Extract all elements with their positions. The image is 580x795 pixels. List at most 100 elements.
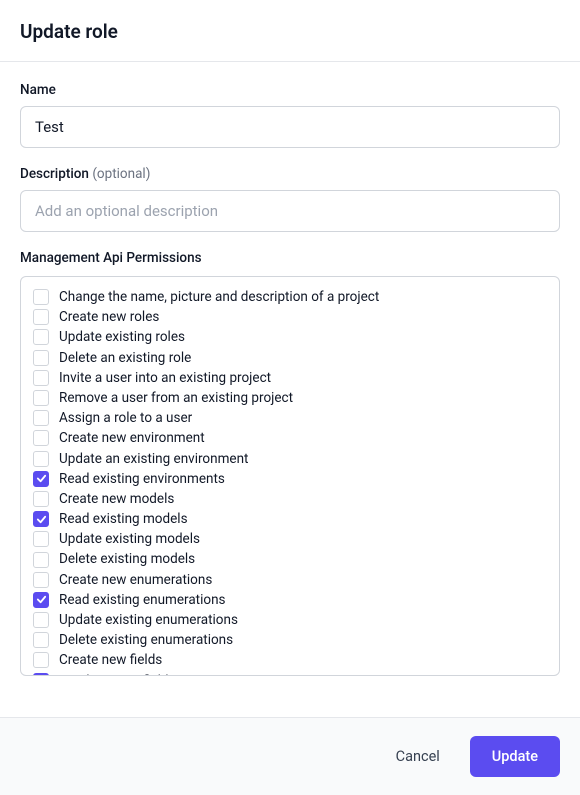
permission-checkbox[interactable] — [33, 491, 49, 507]
permission-checkbox[interactable] — [33, 511, 49, 527]
description-field-group: Description (optional) — [20, 166, 560, 232]
permission-item: Create new environment — [21, 428, 559, 448]
permission-checkbox-wrap[interactable] — [33, 491, 49, 507]
permission-label[interactable]: Invite a user into an existing project — [59, 370, 271, 386]
permission-checkbox[interactable] — [33, 289, 49, 305]
permission-item: Create new models — [21, 489, 559, 509]
permission-item: Delete existing models — [21, 549, 559, 569]
permission-checkbox[interactable] — [33, 390, 49, 406]
permission-checkbox[interactable] — [33, 451, 49, 467]
permission-item: Invite a user into an existing project — [21, 368, 559, 388]
permission-checkbox-wrap[interactable] — [33, 410, 49, 426]
permission-checkbox-wrap[interactable] — [33, 592, 49, 608]
permission-label[interactable]: Create new environment — [59, 430, 205, 446]
permission-checkbox[interactable] — [33, 592, 49, 608]
permission-item: Create new roles — [21, 307, 559, 327]
permission-item: Create new fields — [21, 650, 559, 670]
description-label-text: Description — [20, 166, 89, 182]
permission-item: Delete existing enumerations — [21, 630, 559, 650]
permission-item: Change the name, picture and description… — [21, 287, 559, 307]
permission-item: Read existing enumerations — [21, 590, 559, 610]
permission-checkbox-wrap[interactable] — [33, 390, 49, 406]
permission-label[interactable]: Update existing models — [59, 531, 200, 547]
permission-label[interactable]: Update an existing environment — [59, 451, 248, 467]
permission-checkbox-wrap[interactable] — [33, 430, 49, 446]
permission-item: Delete an existing role — [21, 348, 559, 368]
permission-label[interactable]: Read existing fields — [59, 673, 175, 676]
permission-checkbox[interactable] — [33, 632, 49, 648]
permission-label[interactable]: Read existing environments — [59, 471, 225, 487]
permission-checkbox-wrap[interactable] — [33, 370, 49, 386]
name-input[interactable] — [20, 106, 560, 148]
permission-checkbox[interactable] — [33, 652, 49, 668]
permission-checkbox[interactable] — [33, 471, 49, 487]
permission-item: Create new enumerations — [21, 570, 559, 590]
permission-checkbox-wrap[interactable] — [33, 612, 49, 628]
description-input[interactable] — [20, 190, 560, 232]
permissions-section-label: Management Api Permissions — [20, 250, 560, 266]
permission-label[interactable]: Delete existing enumerations — [59, 632, 233, 648]
dialog-content: Name Description (optional) Management A… — [0, 62, 580, 717]
permission-label[interactable]: Remove a user from an existing project — [59, 390, 293, 406]
permission-checkbox[interactable] — [33, 572, 49, 588]
check-icon — [36, 675, 47, 676]
permission-label[interactable]: Update existing roles — [59, 329, 185, 345]
permission-checkbox-wrap[interactable] — [33, 652, 49, 668]
permission-checkbox[interactable] — [33, 430, 49, 446]
permission-checkbox[interactable] — [33, 370, 49, 386]
permission-label[interactable]: Create new fields — [59, 652, 162, 668]
dialog-header: Update role — [0, 0, 580, 62]
permission-label[interactable]: Change the name, picture and description… — [59, 289, 379, 305]
permission-checkbox[interactable] — [33, 410, 49, 426]
permission-checkbox[interactable] — [33, 309, 49, 325]
permission-item: Read existing environments — [21, 469, 559, 489]
permission-checkbox-wrap[interactable] — [33, 350, 49, 366]
permission-checkbox[interactable] — [33, 350, 49, 366]
permission-checkbox[interactable] — [33, 531, 49, 547]
permission-label[interactable]: Create new models — [59, 491, 174, 507]
permission-checkbox[interactable] — [33, 673, 49, 676]
check-icon — [36, 514, 47, 525]
update-button[interactable]: Update — [470, 736, 560, 777]
permission-item: Update existing enumerations — [21, 610, 559, 630]
permission-label[interactable]: Delete an existing role — [59, 350, 191, 366]
permission-item: Update existing models — [21, 529, 559, 549]
check-icon — [36, 594, 47, 605]
permission-checkbox-wrap[interactable] — [33, 451, 49, 467]
permission-checkbox[interactable] — [33, 552, 49, 568]
name-field-group: Name — [20, 82, 560, 148]
permission-item: Read existing models — [21, 509, 559, 529]
permission-checkbox-wrap[interactable] — [33, 309, 49, 325]
permission-checkbox-wrap[interactable] — [33, 531, 49, 547]
permissions-list[interactable]: Change the name, picture and description… — [20, 276, 560, 676]
permission-checkbox-wrap[interactable] — [33, 289, 49, 305]
check-icon — [36, 473, 47, 484]
page-title: Update role — [20, 20, 560, 43]
description-label: Description (optional) — [20, 166, 560, 182]
permission-label[interactable]: Read existing models — [59, 511, 188, 527]
permission-label[interactable]: Create new enumerations — [59, 572, 212, 588]
permission-checkbox[interactable] — [33, 329, 49, 345]
permission-item: Read existing fields — [21, 671, 559, 676]
permission-checkbox-wrap[interactable] — [33, 572, 49, 588]
cancel-button[interactable]: Cancel — [384, 738, 452, 775]
name-label: Name — [20, 82, 560, 98]
permission-item: Update an existing environment — [21, 449, 559, 469]
permission-label[interactable]: Assign a role to a user — [59, 410, 192, 426]
dialog-footer: Cancel Update — [0, 717, 580, 795]
permission-label[interactable]: Create new roles — [59, 309, 159, 325]
permission-item: Assign a role to a user — [21, 408, 559, 428]
permission-checkbox-wrap[interactable] — [33, 511, 49, 527]
permission-checkbox-wrap[interactable] — [33, 632, 49, 648]
permission-label[interactable]: Update existing enumerations — [59, 612, 238, 628]
permission-checkbox-wrap[interactable] — [33, 673, 49, 676]
permission-checkbox-wrap[interactable] — [33, 471, 49, 487]
permission-checkbox[interactable] — [33, 612, 49, 628]
permission-label[interactable]: Read existing enumerations — [59, 592, 226, 608]
permission-checkbox-wrap[interactable] — [33, 329, 49, 345]
permission-item: Remove a user from an existing project — [21, 388, 559, 408]
permission-item: Update existing roles — [21, 327, 559, 347]
permission-checkbox-wrap[interactable] — [33, 552, 49, 568]
permission-label[interactable]: Delete existing models — [59, 551, 195, 567]
description-optional-tag: (optional) — [92, 166, 150, 182]
